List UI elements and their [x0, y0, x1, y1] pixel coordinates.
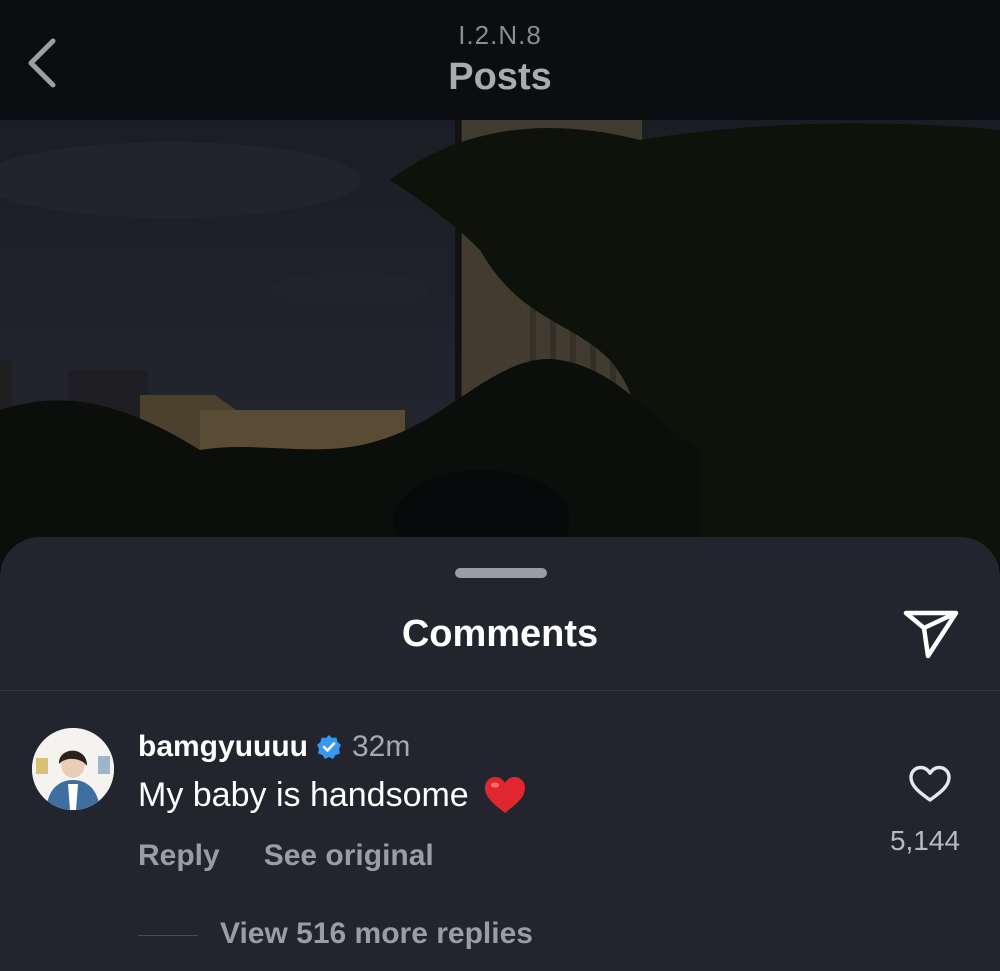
view-more-replies-button[interactable]: View 516 more replies	[220, 917, 533, 951]
like-button[interactable]	[904, 760, 956, 808]
see-original-button[interactable]: See original	[264, 839, 434, 873]
comment-timestamp: 32m	[352, 730, 411, 763]
heart-outline-icon	[909, 765, 951, 802]
verified-badge-icon	[316, 734, 342, 760]
comments-title: Comments	[401, 613, 599, 655]
comment-header: bamgyuuuu 32m	[138, 729, 410, 765]
comment-body: My baby is handsome	[138, 775, 527, 815]
comment-text: My baby is handsome	[138, 775, 469, 814]
top-navigation-bar: I.2.N.8 Posts	[0, 0, 1000, 120]
red-heart-emoji-icon	[483, 775, 527, 815]
comment-actions: Reply See original	[138, 839, 434, 873]
divider	[0, 690, 1000, 691]
like-count: 5,144	[889, 825, 961, 856]
page-title: Posts	[448, 56, 552, 98]
paper-plane-icon	[903, 610, 959, 659]
sheet-drag-handle[interactable]	[455, 568, 547, 578]
post-photo	[0, 120, 1000, 560]
replies-divider-line	[138, 935, 198, 936]
share-button[interactable]	[896, 603, 966, 665]
reply-button[interactable]: Reply	[138, 839, 220, 873]
comments-sheet: Comments bamgyuuuu 32m My baby is handso…	[0, 537, 1000, 971]
account-name: I.2.N.8	[458, 20, 542, 50]
avatar[interactable]	[32, 728, 114, 810]
comment-username[interactable]: bamgyuuuu	[138, 730, 308, 764]
